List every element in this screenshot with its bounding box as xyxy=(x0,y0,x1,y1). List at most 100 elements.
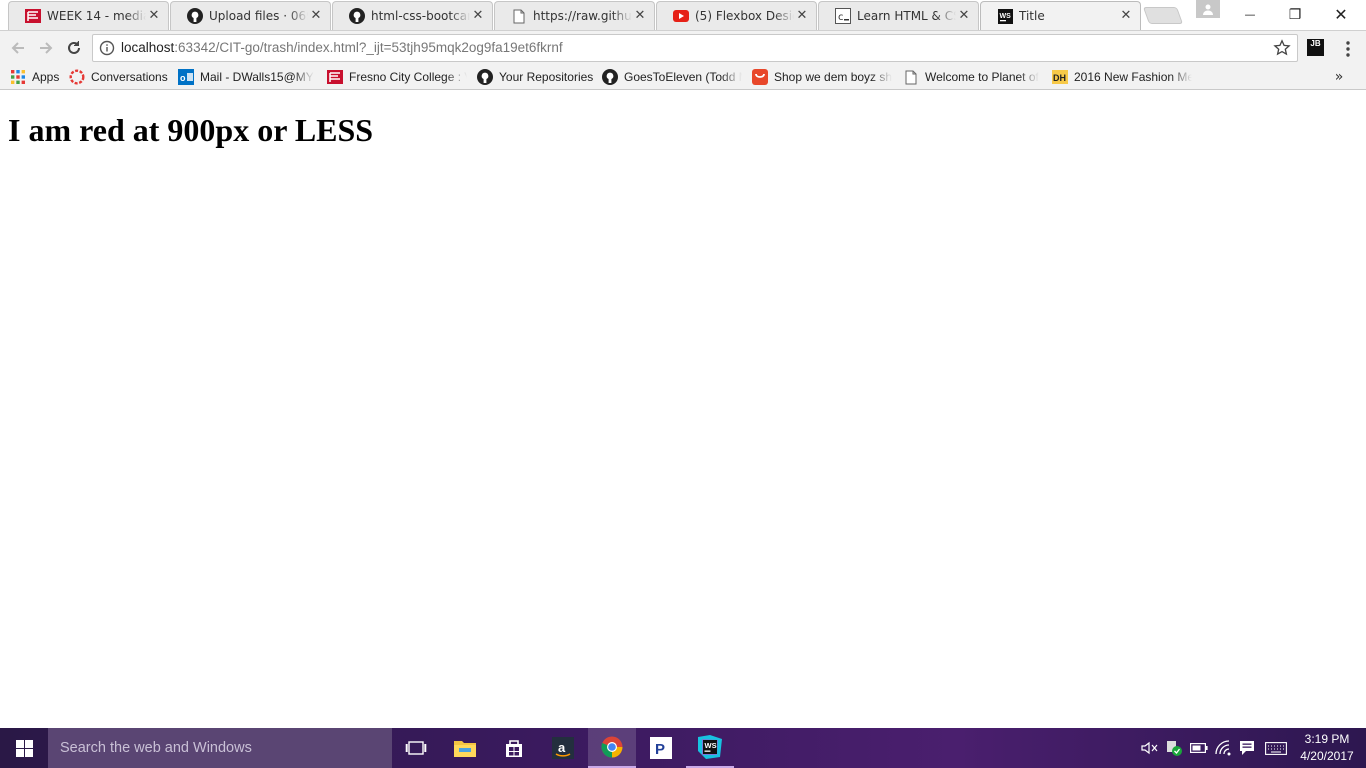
jetbrains-extension-icon[interactable]: JB xyxy=(1307,39,1324,56)
clock-date: 4/20/2017 xyxy=(1300,749,1354,763)
svg-text:P: P xyxy=(655,741,665,758)
pandora-icon: P xyxy=(650,737,672,759)
tab-html-css-bootcamp[interactable]: html-css-bootcamp ✕ xyxy=(332,1,493,30)
reload-button[interactable] xyxy=(62,36,86,60)
address-bar[interactable]: localhost:63342/CIT-go/trash/index.html?… xyxy=(92,34,1298,62)
bookmark-star-icon[interactable] xyxy=(1273,39,1291,57)
info-icon[interactable] xyxy=(99,40,115,56)
profile-avatar-icon[interactable] xyxy=(1196,0,1220,18)
bookmark-label: Shop we dem boyz sh xyxy=(774,70,892,84)
bookmark-label: Welcome to Planet of xyxy=(925,70,1039,84)
forward-arrow-icon xyxy=(40,42,53,54)
tab-title: html-css-bootcamp xyxy=(371,9,470,23)
taskbar-search-input[interactable]: Search the web and Windows xyxy=(48,728,392,768)
bookmark-goestoeleven[interactable]: GoesToEleven (Todd M xyxy=(602,67,742,87)
github-icon xyxy=(187,8,203,24)
start-button[interactable] xyxy=(0,728,48,768)
shop-icon xyxy=(752,69,768,85)
close-icon[interactable]: ✕ xyxy=(956,8,972,24)
forward-button[interactable] xyxy=(34,36,58,60)
defender-status-icon[interactable] xyxy=(1165,739,1183,757)
bookmark-shop[interactable]: Shop we dem boyz sh xyxy=(752,67,892,87)
bookmark-label: Your Repositories xyxy=(499,70,594,84)
tabs-container: WEEK 14 - media q ✕ Upload files · 0693 … xyxy=(8,1,1142,30)
bookmark-apps[interactable]: Apps xyxy=(10,67,59,87)
bookmark-mail[interactable]: o Mail - DWalls15@MY xyxy=(178,67,318,87)
wifi-icon[interactable] xyxy=(1215,739,1233,757)
taskbar-pandora[interactable]: P xyxy=(637,728,685,768)
page-viewport: I am red at 900px or LESS xyxy=(0,90,1366,728)
close-icon[interactable]: ✕ xyxy=(146,8,162,24)
fcc-icon xyxy=(25,8,41,24)
vertical-dots-icon xyxy=(1346,41,1350,57)
taskbar-chrome[interactable] xyxy=(588,728,636,768)
taskbar-store[interactable] xyxy=(490,728,538,768)
tab-raw-github[interactable]: https://raw.githubu ✕ xyxy=(494,1,655,30)
store-bag-icon xyxy=(506,740,522,757)
svg-text:c: c xyxy=(838,12,844,23)
bookmark-fashion[interactable]: DH 2016 New Fashion Me xyxy=(1052,67,1192,87)
reload-icon xyxy=(68,41,80,54)
url-host: localhost xyxy=(121,40,175,55)
tab-title: Upload files · 0693 xyxy=(209,9,308,23)
close-icon[interactable]: ✕ xyxy=(1118,8,1134,24)
minimize-button[interactable]: — xyxy=(1227,0,1273,29)
svg-text:DH: DH xyxy=(1053,73,1066,83)
windows-taskbar: Search the web and Windows a P WS 3:19 P… xyxy=(0,728,1366,768)
tab-week14[interactable]: WEEK 14 - media q ✕ xyxy=(8,1,169,30)
page-icon xyxy=(511,8,527,24)
outlook-icon: o xyxy=(178,69,194,85)
new-tab-button[interactable] xyxy=(1142,7,1184,24)
codecademy-icon: c xyxy=(835,8,851,24)
close-icon[interactable]: ✕ xyxy=(308,8,324,24)
extension-label: JB xyxy=(1310,39,1321,48)
tab-title-active[interactable]: WS Title ✕ xyxy=(980,1,1141,30)
amazon-icon: a xyxy=(552,737,574,759)
taskbar-clock[interactable]: 3:19 PM 4/20/2017 xyxy=(1294,731,1360,765)
tab-learn-html-css[interactable]: c Learn HTML & CSS ✕ xyxy=(818,1,979,30)
tab-title: (5) Flexbox Design xyxy=(695,9,794,23)
keyboard-icon[interactable] xyxy=(1264,739,1288,757)
bookmark-label: Fresno City College : V xyxy=(349,70,467,84)
page-icon xyxy=(903,69,919,85)
webstorm-icon: WS xyxy=(698,735,722,759)
bookmark-your-repositories[interactable]: Your Repositories xyxy=(477,67,593,87)
bookmark-label: Mail - DWalls15@MY xyxy=(200,70,314,84)
taskbar-amazon[interactable]: a xyxy=(539,728,587,768)
more-bookmarks-chevron-icon[interactable]: » xyxy=(1330,67,1348,87)
taskbar-file-explorer[interactable] xyxy=(441,728,489,768)
minimize-icon: — xyxy=(1244,8,1256,21)
bookmark-label: GoesToEleven (Todd M xyxy=(624,70,742,84)
bookmark-fresno-city-college[interactable]: Fresno City College : V xyxy=(327,67,467,87)
tab-title: WEEK 14 - media q xyxy=(47,9,146,23)
bookmark-conversations[interactable]: Conversations xyxy=(69,67,168,87)
battery-icon[interactable] xyxy=(1190,739,1208,757)
github-icon xyxy=(349,8,365,24)
close-window-button[interactable]: ✕ xyxy=(1318,0,1364,29)
svg-text:o: o xyxy=(180,73,186,83)
tab-title: Learn HTML & CSS xyxy=(857,9,956,23)
back-button[interactable] xyxy=(6,36,30,60)
bookmark-label: Conversations xyxy=(91,70,168,84)
taskbar-webstorm[interactable]: WS xyxy=(686,728,734,768)
bookmark-planet[interactable]: Welcome to Planet of xyxy=(903,67,1043,87)
tab-upload-files[interactable]: Upload files · 0693 ✕ xyxy=(170,1,331,30)
close-icon[interactable]: ✕ xyxy=(632,8,648,24)
github-icon xyxy=(602,69,618,85)
fcc-icon xyxy=(327,69,343,85)
action-center-icon[interactable] xyxy=(1238,739,1256,757)
tab-strip: WEEK 14 - media q ✕ Upload files · 0693 … xyxy=(0,0,1366,30)
tab-flexbox-design[interactable]: (5) Flexbox Design ✕ xyxy=(656,1,817,30)
chrome-icon xyxy=(601,736,623,758)
url-path: :63342/CIT-go/trash/index.html?_ijt=53tj… xyxy=(174,40,563,55)
svg-text:a: a xyxy=(558,740,566,755)
restore-icon: ❐ xyxy=(1288,6,1302,23)
task-view-button[interactable] xyxy=(392,728,440,768)
speaker-muted-icon[interactable] xyxy=(1141,739,1159,757)
folder-icon xyxy=(454,741,476,757)
close-icon[interactable]: ✕ xyxy=(470,8,486,24)
restore-button[interactable]: ❐ xyxy=(1272,0,1318,29)
windows-logo-icon xyxy=(15,739,33,757)
chrome-menu-button[interactable] xyxy=(1336,37,1360,61)
close-icon[interactable]: ✕ xyxy=(794,8,810,24)
